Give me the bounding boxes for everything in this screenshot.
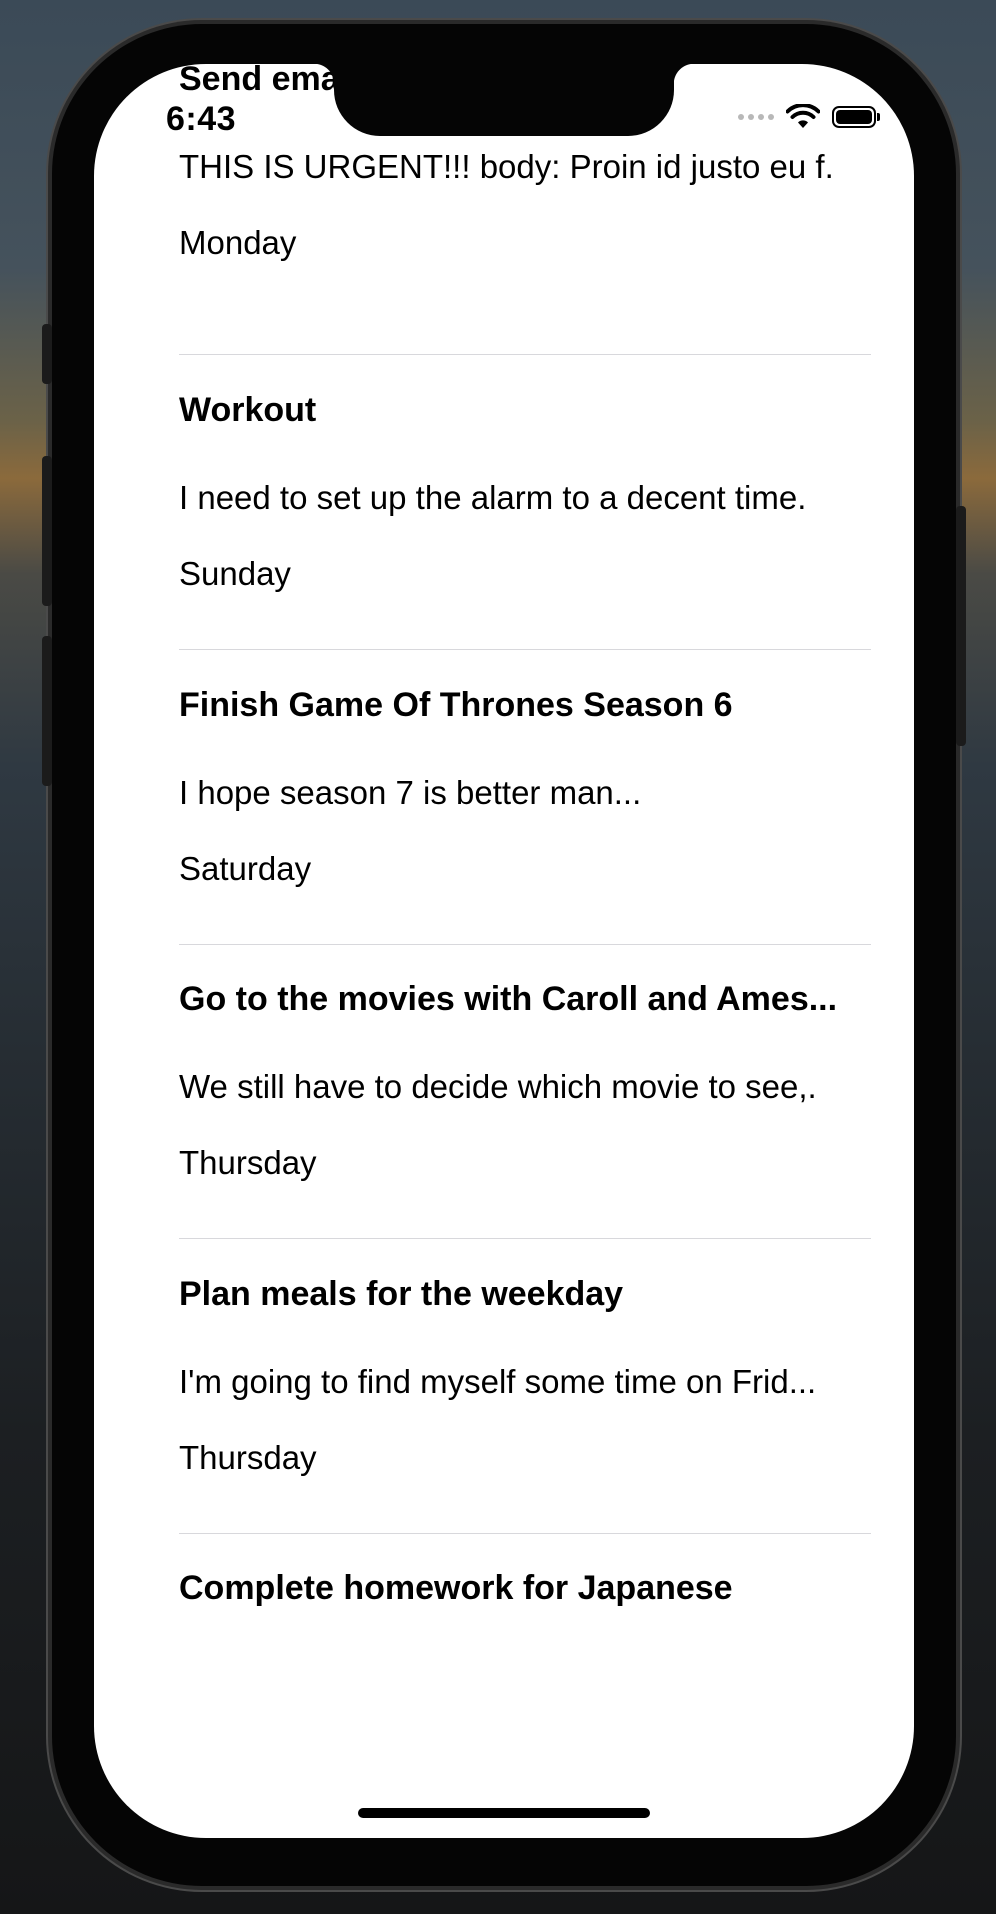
task-row[interactable]: Go to the movies with Caroll and Ames...… (179, 944, 871, 1239)
task-body: We still have to decide which movie to s… (179, 1068, 817, 1105)
phone-screen: 6:43 Send email to manager THIS IS URGEN… (94, 64, 914, 1838)
notch (314, 64, 694, 136)
task-title: Complete homework for Japanese (179, 1569, 733, 1607)
task-title: Workout (179, 391, 317, 429)
task-row[interactable]: Workout I need to set up the alarm to a … (179, 355, 871, 650)
task-body: I hope season 7 is better man... (179, 774, 642, 811)
task-day: Thursday (179, 1439, 317, 1476)
task-body: THIS IS URGENT!!! body: Proin id justo e… (179, 148, 834, 185)
task-title: Finish Game Of Thrones Season 6 (179, 686, 733, 724)
task-row[interactable]: Complete homework for Japanese (179, 1533, 871, 1827)
power-button (956, 506, 966, 746)
task-title: Go to the movies with Caroll and Ames... (179, 980, 838, 1018)
task-body: I need to set up the alarm to a decent t… (179, 479, 807, 516)
task-title: Plan meals for the weekday (179, 1275, 624, 1313)
task-day: Saturday (179, 850, 312, 887)
mute-switch (42, 324, 52, 384)
task-day: Thursday (179, 1144, 317, 1181)
task-row[interactable]: Plan meals for the weekday I'm going to … (179, 1239, 871, 1534)
home-indicator[interactable] (358, 1808, 650, 1818)
task-row[interactable]: Finish Game Of Thrones Season 6 I hope s… (179, 650, 871, 945)
task-day: Sunday (179, 555, 291, 592)
task-day: Monday (179, 224, 297, 261)
task-body: I'm going to find myself some time on Fr… (179, 1363, 817, 1400)
volume-up-button (42, 456, 52, 606)
volume-down-button (42, 636, 52, 786)
